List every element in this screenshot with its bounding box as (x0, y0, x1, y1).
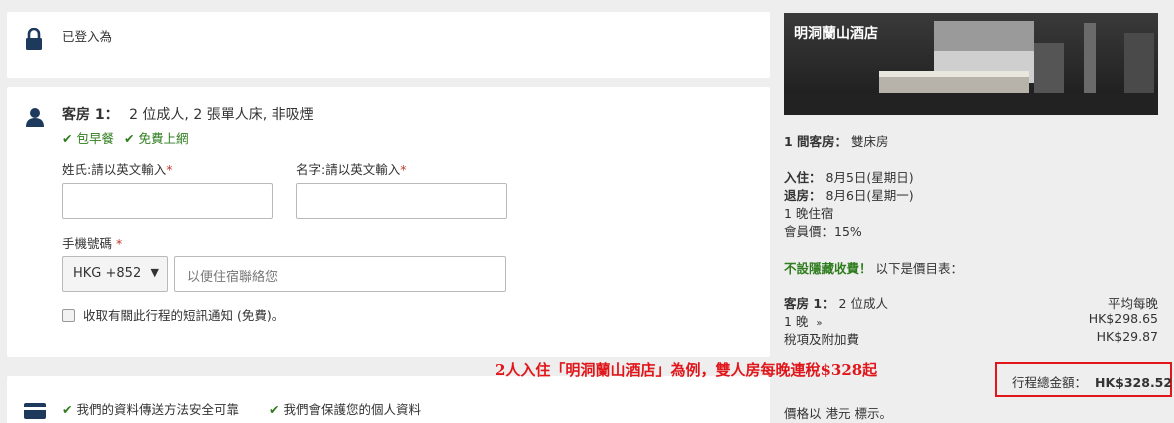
sms-label: 收取有關此行程的短訊通知 (免費)。 (82, 308, 285, 323)
no-hidden-fees: 不設隱藏收費！ (784, 261, 872, 276)
member-price: 會員價：15% (784, 224, 862, 239)
nights-link[interactable]: 1 晚 » (784, 311, 823, 330)
nights-price: HK$298.65 (1088, 311, 1158, 326)
chevron-down-icon: ▼ (150, 266, 159, 279)
checkin-label: 入住： (784, 170, 822, 185)
hotel-name: 明洞蘭山酒店 (794, 26, 878, 42)
promo-annotation: 2人入住「明洞蘭山酒店」為例，雙人房每晚連稅$328起 (495, 361, 878, 379)
security-item-1: 我們的資料傳送方法安全可靠 (76, 402, 239, 417)
security-card: ✔ 我們的資料傳送方法安全可靠 ✔ 我們會保護您的個人資料 (7, 376, 770, 423)
nights-count: 1 晚住宿 (784, 206, 834, 221)
guest-form-card: 客房 1： 2 位成人, 2 張單人床, 非吸煙 ✔ 包早餐 ✔ 免費上網 姓氏… (7, 87, 770, 357)
total-price: HK$328.52 (1095, 375, 1173, 390)
required-mark: * (400, 162, 407, 177)
checkout-label: 退房： (784, 188, 822, 203)
room-type: 雙床房 (851, 134, 889, 149)
price-table-intro: 以下是價目表： (875, 261, 964, 276)
room1-guests: 2 位成人 (838, 296, 888, 311)
hotel-photo: 明洞蘭山酒店 (784, 13, 1158, 115)
phone-input[interactable]: 以便住宿聯絡您 (174, 256, 506, 292)
total-box: 行程總金額： HK$328.52 (995, 362, 1172, 397)
check-icon: ✔ (62, 131, 73, 146)
room-title: 客房 1： (62, 107, 119, 123)
amenity-wifi: 免費上網 (138, 131, 189, 146)
surname-label: 姓氏:請以英文輸入 (62, 162, 167, 177)
login-card: 已登入為 (7, 12, 770, 78)
givenname-label: 名字:請以英文輸入 (296, 162, 401, 177)
nights-link-label: 1 晚 (784, 314, 809, 329)
givenname-input[interactable] (296, 183, 507, 219)
checkout-date: 8月6日(星期一) (825, 188, 914, 203)
security-item-2: 我們會保護您的個人資料 (283, 402, 421, 417)
tax-link[interactable]: 稅項及附加費 (784, 329, 859, 348)
check-icon: ✔ (123, 131, 135, 146)
required-mark: * (116, 236, 123, 251)
credit-card-icon (24, 403, 46, 423)
person-icon (25, 107, 45, 131)
phone-label: 手機號碼 (62, 236, 113, 251)
total-label: 行程總金額： (1012, 375, 1088, 390)
tax-price: HK$29.87 (1096, 329, 1158, 344)
currency-note: 價格以 港元 標示。 (784, 406, 892, 421)
sms-checkbox[interactable] (62, 309, 75, 322)
room-description: 2 位成人, 2 張單人床, 非吸煙 (129, 107, 314, 123)
checkin-date: 8月5日(星期日) (825, 170, 914, 185)
double-chevron-down-icon: » (816, 318, 823, 329)
amenity-breakfast: 包早餐 (76, 131, 114, 146)
surname-input[interactable] (62, 183, 273, 219)
check-icon: ✔ (268, 402, 280, 417)
country-code-value: HKG +852 (73, 266, 142, 281)
avg-per-night-label: 平均每晚 (1107, 296, 1158, 311)
room1-label: 客房 1： (784, 296, 835, 311)
logged-in-label: 已登入為 (62, 29, 113, 44)
phone-placeholder: 以便住宿聯絡您 (187, 270, 279, 285)
rooms-label: 1 間客房： (784, 134, 848, 149)
required-mark: * (166, 162, 173, 177)
check-icon: ✔ (62, 402, 73, 417)
country-code-select[interactable]: HKG +852 ▼ (62, 256, 168, 292)
lock-icon (25, 27, 43, 54)
